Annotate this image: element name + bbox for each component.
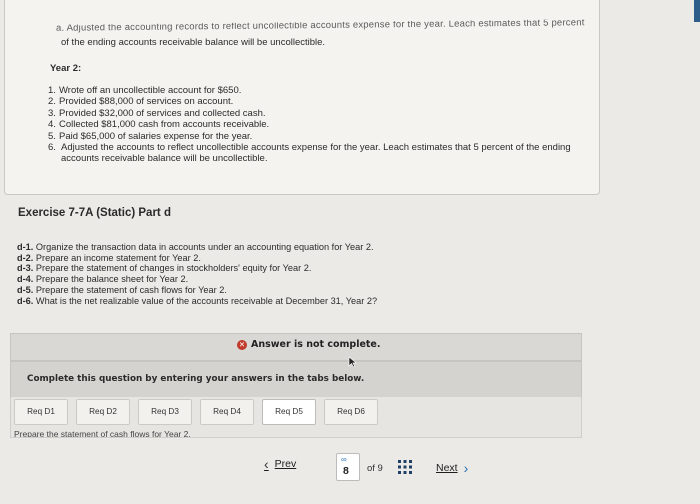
tab-description: Prepare the statement of cash flows for … [14, 429, 191, 437]
list-item: 5. Paid $65,000 of salaries expense for t… [48, 130, 253, 142]
tab-req-d2[interactable]: Req D2 [76, 399, 130, 425]
chevron-right-icon: › [463, 460, 469, 476]
intro-line: of the ending accounts receivable balanc… [61, 37, 326, 48]
link-icon: ∞ [341, 455, 347, 464]
prev-label: Prev [274, 458, 297, 470]
scrollbar-edge [694, 0, 700, 22]
list-item: d-2. Prepare an income statement for Yea… [17, 252, 201, 263]
prev-button[interactable]: ‹ Prev [264, 457, 296, 471]
list-item: 2. Provided $88,000 of services on accoun… [48, 96, 234, 108]
instruction-text: Complete this question by entering your … [27, 374, 365, 384]
list-item: d-3. Prepare the statement of changes in… [17, 263, 312, 274]
list-item: d-5. Prepare the statement of cash flows… [17, 284, 227, 295]
page: a. Adjusted the accounting records to re… [0, 0, 700, 504]
requirement-list: d-1. Organize the transaction data in ac… [17, 242, 377, 306]
current-page-number: 8 [343, 465, 349, 477]
year-label: Year 2: [50, 63, 82, 74]
transaction-list: 1. Wrote off an uncollectible account for… [48, 85, 598, 165]
page-total: of 9 [367, 463, 383, 474]
list-item: 3. Provided $32,000 of services and colle… [48, 107, 266, 119]
tab-req-d3[interactable]: Req D3 [138, 399, 192, 425]
tab-req-d5[interactable]: Req D5 [262, 399, 316, 425]
error-x-icon: ✕ [237, 339, 247, 350]
list-item: 4. Collected $81,000 cash from accounts r… [48, 119, 270, 131]
instruction-bar: Complete this question by entering your … [10, 361, 582, 399]
list-item: 1. Wrote off an uncollectible account for… [48, 85, 242, 96]
list-item: d-4. Prepare the balance sheet for Year … [17, 274, 189, 285]
grid-menu-icon[interactable] [398, 460, 412, 474]
answer-status-text: Answer is not complete. [251, 339, 381, 350]
exercise-title: Exercise 7-7A (Static) Part d [18, 207, 171, 219]
next-label: Next [436, 462, 458, 474]
answer-status-bar: ✕ Answer is not complete. [10, 333, 582, 361]
list-item: 6. Adjusted the accounts to reflect uncol… [48, 142, 571, 165]
mouse-cursor-icon [348, 356, 358, 368]
tab-req-d4[interactable]: Req D4 [200, 399, 254, 425]
list-item: d-6. What is the net realizable value of… [17, 295, 378, 306]
list-item: d-1. Organize the transaction data in ac… [17, 242, 374, 252]
current-page-box[interactable]: ∞ 8 [336, 453, 360, 481]
answer-status: ✕ Answer is not complete. [237, 339, 381, 350]
next-button[interactable]: Next › [436, 460, 469, 476]
tab-req-d1[interactable]: Req D1 [14, 399, 68, 425]
tab-req-d6[interactable]: Req D6 [324, 399, 378, 425]
chevron-left-icon: ‹ [264, 456, 269, 472]
